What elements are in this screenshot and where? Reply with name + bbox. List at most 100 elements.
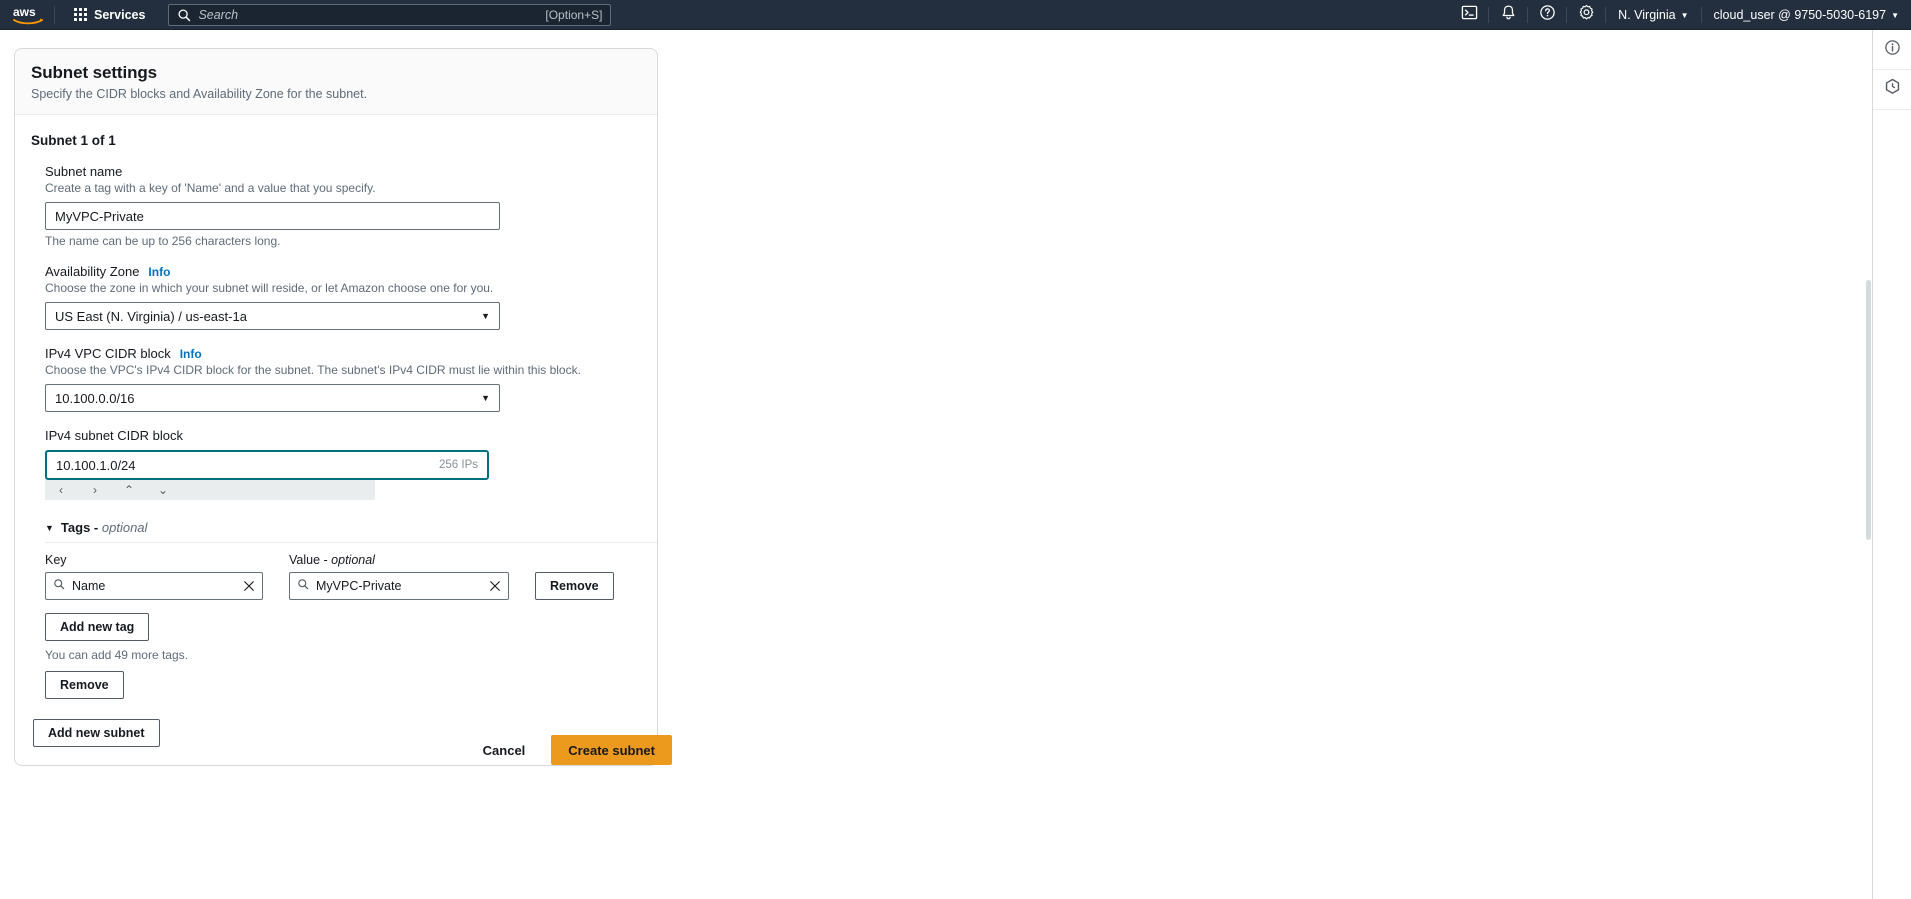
chevron-left-icon[interactable]: ‹: [55, 483, 67, 497]
services-label: Services: [94, 7, 146, 22]
aws-logo[interactable]: aws: [6, 5, 52, 25]
svg-text:aws: aws: [13, 5, 36, 19]
tag-value-column: Value - optional MyVPC-Private: [289, 553, 509, 600]
tag-remove-column: Remove: [535, 572, 614, 600]
subnet-cidr-label: IPv4 subnet CIDR block: [45, 428, 641, 443]
form-footer: Cancel Create subnet: [0, 720, 672, 780]
content-column: Subnet settings Specify the CIDR blocks …: [0, 30, 672, 766]
scrollbar-thumb[interactable]: [1866, 280, 1871, 540]
field-vpc-cidr: IPv4 VPC CIDR block Info Choose the VPC'…: [45, 346, 641, 412]
tag-key-label: Key: [45, 553, 67, 567]
field-subnet-name: Subnet name Create a tag with a key of '…: [45, 164, 641, 248]
global-search-box[interactable]: [Option+S]: [168, 3, 612, 26]
chevron-down-icon: ▼: [481, 311, 490, 321]
cloudshell-button[interactable]: [1450, 0, 1488, 30]
settings-button[interactable]: [1567, 0, 1605, 30]
more-tags-hint: You can add 49 more tags.: [45, 648, 188, 662]
remove-subnet-button[interactable]: Remove: [45, 671, 124, 699]
create-subnet-button[interactable]: Create subnet: [551, 735, 672, 765]
clear-icon[interactable]: [243, 580, 255, 592]
subnet-name-description: Create a tag with a key of 'Name' and a …: [45, 181, 376, 195]
card-body: Subnet 1 of 1 Subnet name Create a tag w…: [15, 115, 657, 765]
availability-zone-value: US East (N. Virginia) / us-east-1a: [55, 308, 247, 324]
subnet-index-heading: Subnet 1 of 1: [31, 133, 116, 148]
subnet-cidr-ip-count: 256 IPs: [439, 459, 478, 471]
field-subnet-cidr: IPv4 subnet CIDR block 10.100.1.0/24 256…: [45, 428, 641, 500]
vpc-cidr-label-text: IPv4 VPC CIDR block: [45, 346, 171, 361]
subnet-cidr-input[interactable]: 10.100.1.0/24 256 IPs: [45, 450, 489, 480]
chevron-down-icon: ▼: [1680, 10, 1689, 20]
search-shortcut-hint: [Option+S]: [545, 7, 603, 22]
add-tag-wrapper: Add new tag You can add 49 more tags.: [45, 613, 657, 662]
subnet-name-hint: The name can be up to 256 characters lon…: [45, 234, 281, 248]
info-circle-icon: [1884, 39, 1901, 61]
account-menu[interactable]: cloud_user @ 9750-5030-6197 ▼: [1702, 0, 1911, 30]
clear-icon[interactable]: [489, 580, 501, 592]
add-new-tag-button[interactable]: Add new tag: [45, 613, 150, 641]
bell-icon: [1500, 4, 1517, 26]
notifications-button[interactable]: [1489, 0, 1527, 30]
vpc-cidr-label: IPv4 VPC CIDR block Info: [45, 346, 641, 361]
tag-row: Key Name Value - optional MyVPC-Private …: [45, 553, 657, 600]
tags-title-optional: optional: [101, 520, 148, 535]
vpc-cidr-info-link[interactable]: Info: [180, 347, 202, 361]
help-button[interactable]: [1528, 0, 1566, 30]
search-icon: [177, 8, 191, 22]
triangle-down-icon[interactable]: ▼: [45, 523, 54, 533]
account-label: cloud_user @ 9750-5030-6197: [1713, 7, 1887, 22]
subnet-cidr-suggestion-nav[interactable]: ‹ › ⌃ ⌄: [45, 480, 375, 500]
tags-header[interactable]: ▼ Tags - optional: [45, 520, 657, 543]
top-navigation-bar: aws Services [Option+S]: [0, 0, 1911, 30]
grid-icon: [74, 8, 87, 21]
hexagon-clock-icon: [1884, 78, 1901, 101]
services-menu-button[interactable]: Services: [65, 3, 154, 27]
tag-value-label-optional: optional: [331, 553, 375, 567]
shortcuts-panel-button[interactable]: [1873, 70, 1911, 110]
tags-title-text: Tags -: [60, 520, 99, 535]
question-circle-icon: [1539, 4, 1556, 26]
subnet-name-input[interactable]: MyVPC-Private: [45, 202, 500, 230]
subnet-cidr-value: 10.100.1.0/24: [56, 457, 136, 473]
tag-value-input[interactable]: MyVPC-Private: [289, 572, 509, 600]
page-container: Subnet settings Specify the CIDR blocks …: [0, 30, 1911, 899]
card-header: Subnet settings Specify the CIDR blocks …: [15, 49, 657, 115]
remove-subnet-wrapper: Remove: [45, 671, 657, 699]
vpc-cidr-select[interactable]: 10.100.0.0/16 ▼: [45, 384, 500, 412]
field-availability-zone: Availability Zone Info Choose the zone i…: [45, 264, 641, 330]
region-selector[interactable]: N. Virginia ▼: [1606, 0, 1700, 30]
tag-key-value: Name: [72, 579, 106, 593]
remove-tag-button[interactable]: Remove: [535, 572, 614, 600]
tags-section: ▼ Tags - optional Key Name Value - optio…: [45, 520, 657, 699]
chevron-down-icon: ▼: [481, 393, 490, 403]
cancel-button[interactable]: Cancel: [473, 737, 536, 764]
chevron-right-icon[interactable]: ›: [89, 483, 101, 497]
cloudshell-icon: [1461, 4, 1478, 26]
search-input[interactable]: [198, 7, 540, 22]
info-panel-button[interactable]: [1873, 30, 1911, 70]
subnet-name-label-text: Subnet name: [45, 164, 123, 179]
subnet-name-value: MyVPC-Private: [55, 208, 144, 224]
subnet-name-label: Subnet name: [45, 164, 641, 179]
page-subtitle: Specify the CIDR blocks and Availability…: [31, 87, 368, 101]
nav-divider: [54, 5, 55, 24]
tag-key-column: Key Name: [45, 553, 263, 600]
availability-zone-info-link[interactable]: Info: [148, 265, 170, 279]
availability-zone-select[interactable]: US East (N. Virginia) / us-east-1a ▼: [45, 302, 500, 330]
tag-key-input[interactable]: Name: [45, 572, 263, 600]
tags-title: Tags - optional: [61, 520, 148, 535]
availability-zone-label: Availability Zone Info: [45, 264, 641, 279]
subnet-cidr-label-text: IPv4 subnet CIDR block: [45, 428, 184, 443]
tag-value-value: MyVPC-Private: [316, 579, 402, 593]
page-title: Subnet settings: [31, 63, 158, 82]
subnet-settings-card: Subnet settings Specify the CIDR blocks …: [14, 48, 658, 766]
chevron-down-icon[interactable]: ⌄: [157, 483, 169, 497]
search-icon: [53, 577, 65, 595]
chevron-up-icon[interactable]: ⌃: [123, 483, 135, 497]
vpc-cidr-value: 10.100.0.0/16: [55, 390, 135, 406]
gear-icon: [1578, 4, 1595, 26]
availability-zone-description: Choose the zone in which your subnet wil…: [45, 281, 494, 295]
chevron-down-icon: ▼: [1891, 10, 1899, 20]
tag-value-label: Value - optional: [289, 553, 509, 567]
help-rail: [1872, 30, 1911, 899]
nav-right-group: N. Virginia ▼ cloud_user @ 9750-5030-619…: [1450, 0, 1911, 29]
